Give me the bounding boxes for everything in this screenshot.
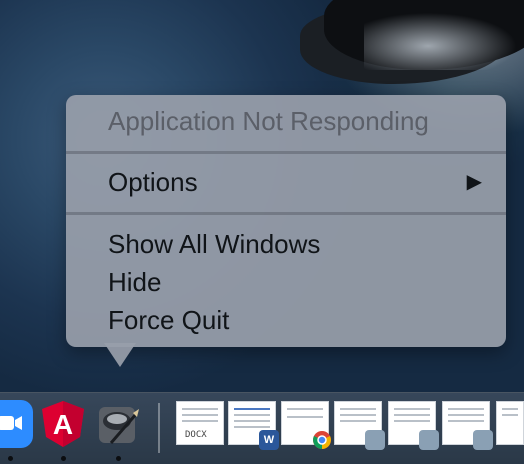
menu-item-label: Hide (108, 267, 162, 297)
menu-separator (66, 212, 506, 215)
dock-item-angular[interactable]: A (38, 399, 88, 449)
dock-item-zoom[interactable] (0, 399, 34, 449)
menu-header-app-not-responding: Application Not Responding (108, 103, 486, 139)
dock-item-script-editor[interactable] (93, 399, 143, 449)
menu-separator (66, 151, 506, 154)
menu-item-label: Show All Windows (108, 229, 321, 259)
angular-icon: A (42, 401, 84, 447)
chrome-icon (313, 431, 331, 449)
preview-icon (419, 430, 439, 450)
running-indicator (116, 456, 121, 461)
submenu-arrow-icon: ▶ (466, 171, 482, 193)
dock-item-docx-document[interactable]: DOCX (176, 401, 224, 445)
dock-context-menu: Application Not Responding Options ▶ Sho… (66, 95, 506, 347)
menu-item-show-all-windows[interactable]: Show All Windows (108, 226, 486, 262)
zoom-icon (0, 400, 33, 448)
menu-pointer-tail (104, 343, 136, 367)
dock-item-preview-window[interactable] (334, 401, 385, 450)
dock: A DOCX W (0, 392, 524, 464)
menu-item-label: Force Quit (108, 305, 230, 335)
dock-item-chrome-window[interactable] (281, 401, 331, 449)
dock-item-word-document[interactable]: W (228, 401, 279, 450)
dock-item-preview-window[interactable] (442, 401, 493, 450)
dock-item-preview-window[interactable] (388, 401, 439, 450)
running-indicator (8, 456, 13, 461)
preview-icon (473, 430, 493, 450)
menu-item-hide[interactable]: Hide (108, 264, 486, 300)
sea-foam (364, 10, 524, 70)
preview-icon (365, 430, 385, 450)
menu-item-options-label: Options (108, 167, 198, 197)
menu-item-options[interactable]: Options ▶ (108, 164, 486, 200)
menu-item-force-quit[interactable]: Force Quit (108, 302, 486, 338)
script-editor-icon (99, 407, 139, 444)
docx-label: DOCX (185, 430, 207, 440)
dock-divider (158, 403, 160, 453)
angular-letter: A (53, 409, 73, 440)
dock-item-document-window[interactable] (496, 401, 524, 445)
menu-header-label: Application Not Responding (108, 106, 429, 136)
word-icon: W (259, 430, 279, 450)
running-indicator (61, 456, 66, 461)
